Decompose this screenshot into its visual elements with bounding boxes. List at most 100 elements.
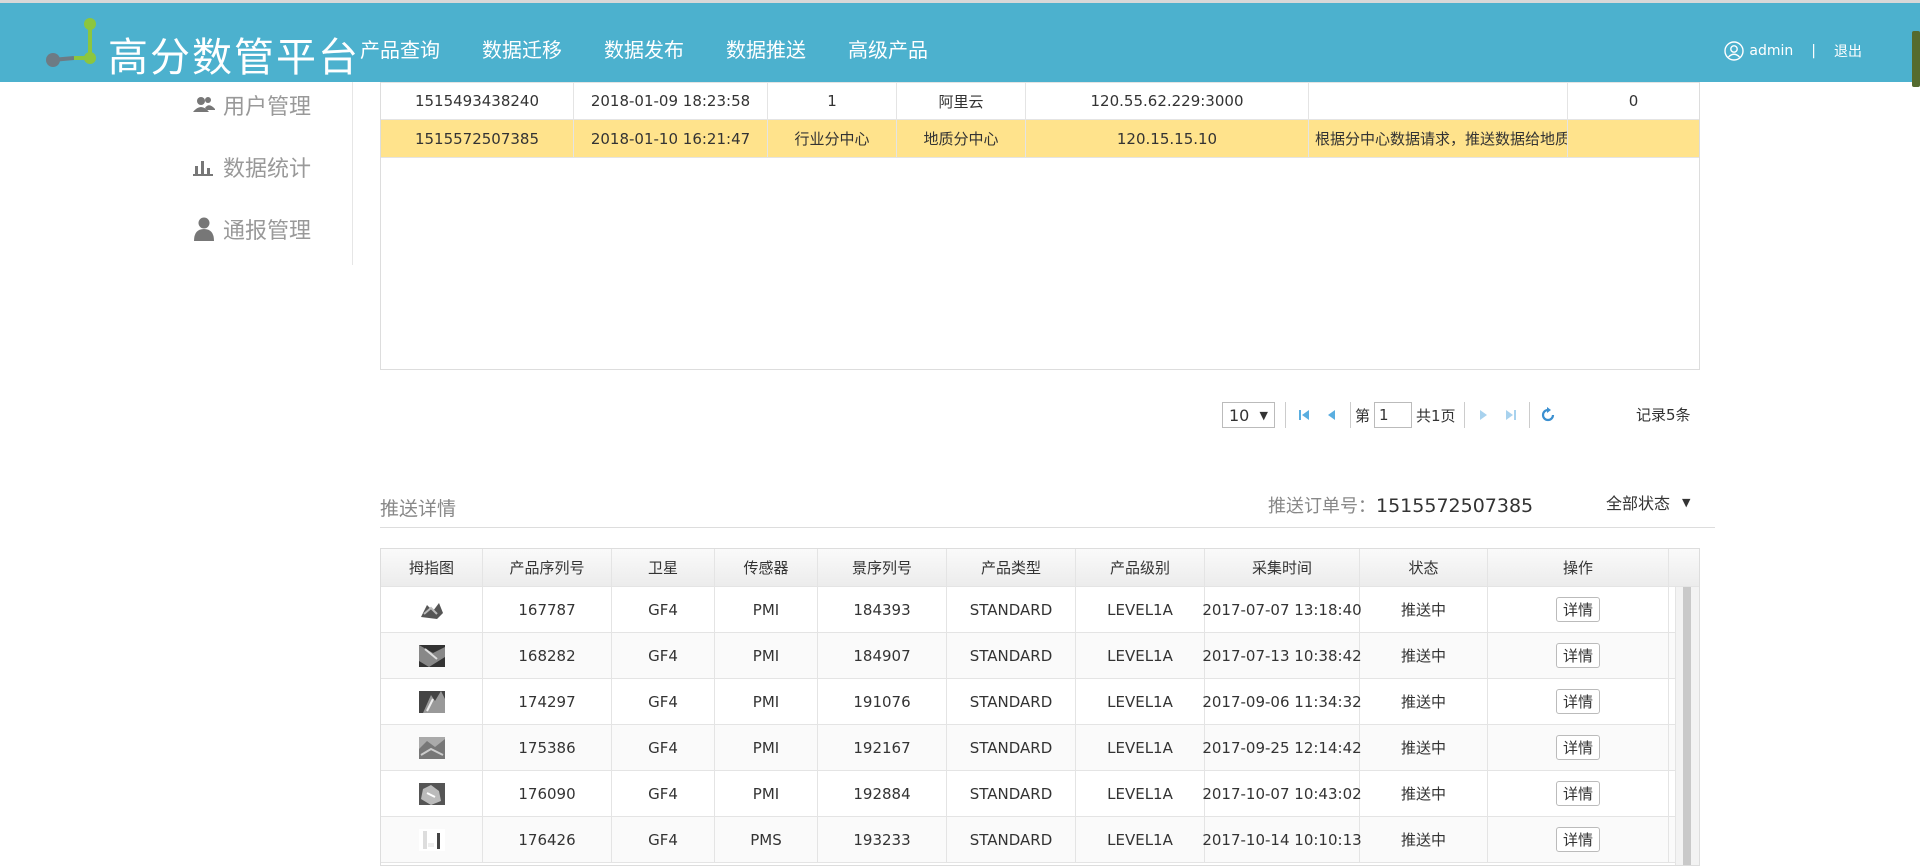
column-header[interactable]: 产品类型	[947, 549, 1076, 586]
order-time-cell: 2018-01-10 16:21:47	[574, 120, 768, 157]
sidebar: 用户管理 数据统计 通报管理	[0, 82, 353, 265]
users-icon	[193, 97, 215, 112]
thumbnail-image[interactable]	[418, 690, 445, 713]
thumbnail-image[interactable]	[418, 598, 445, 621]
product-serial-cell: 176090	[483, 771, 612, 816]
table-row[interactable]: 175386 GF4 PMI 192167 STANDARD LEVEL1A 2…	[381, 725, 1699, 771]
column-header[interactable]: 操作	[1488, 549, 1669, 586]
main-nav: 产品查询 数据迁移 数据发布 数据推送 高级产品	[360, 3, 970, 85]
nav-data-migration[interactable]: 数据迁移	[482, 3, 562, 85]
scene-serial-cell: 192884	[818, 771, 947, 816]
capture-time-cell: 2017-07-07 13:18:40	[1202, 587, 1362, 632]
nav-data-publish[interactable]: 数据发布	[604, 3, 684, 85]
app-logo[interactable]: 高分数管平台	[46, 17, 358, 81]
table-row[interactable]: 167787 GF4 PMI 184393 STANDARD LEVEL1A 2…	[381, 587, 1699, 633]
product-serial-cell: 174297	[483, 679, 612, 724]
status-cell: 推送中	[1360, 633, 1488, 678]
thumbnail-image[interactable]	[418, 828, 445, 851]
chevron-down-icon: ▼	[1259, 408, 1268, 422]
action-cell: 详情	[1488, 679, 1669, 724]
logo-icon	[46, 18, 96, 67]
scene-serial-cell: 184393	[818, 587, 947, 632]
column-header[interactable]: 状态	[1360, 549, 1488, 586]
next-page-icon	[1479, 410, 1487, 420]
next-page-button[interactable]	[1469, 401, 1497, 429]
detail-button[interactable]: 详情	[1555, 597, 1600, 622]
order-desc-cell: 根据分中心数据请求，推送数据给地质	[1309, 120, 1568, 157]
detail-button[interactable]: 详情	[1555, 689, 1600, 714]
table-row[interactable]: 176426 GF4 PMS 193233 STANDARD LEVEL1A 2…	[381, 817, 1699, 863]
product-type-cell: STANDARD	[947, 771, 1076, 816]
order-number-value: 1515572507385	[1376, 495, 1534, 517]
product-level-cell: LEVEL1A	[1076, 587, 1205, 632]
thumbnail-image[interactable]	[418, 644, 445, 667]
product-level-cell: LEVEL1A	[1076, 771, 1205, 816]
thumbnail-cell	[381, 817, 483, 862]
order-source-cell: 1	[768, 83, 897, 119]
table-row[interactable]: 1515493438240 2018-01-09 18:23:58 1 阿里云 …	[381, 82, 1699, 120]
table-scrollbar[interactable]	[1675, 587, 1699, 865]
scene-serial-cell: 184907	[818, 633, 947, 678]
thumbnail-image[interactable]	[418, 736, 445, 759]
record-count: 记录5条	[1636, 406, 1691, 424]
sensor-cell: PMI	[715, 771, 818, 816]
first-page-button[interactable]	[1290, 401, 1318, 429]
column-header[interactable]: 卫星	[612, 549, 715, 586]
product-level-cell: LEVEL1A	[1076, 633, 1205, 678]
column-header[interactable]: 产品序列号	[483, 549, 612, 586]
section-title: 推送详情	[380, 498, 457, 520]
order-number-label: 推送订单号：	[1268, 496, 1376, 517]
column-header[interactable]: 采集时间	[1205, 549, 1360, 586]
pagination-bar: 10 ▼ 第 1 共1页	[1222, 401, 1562, 429]
action-cell: 详情	[1488, 633, 1669, 678]
page-number-input[interactable]: 1	[1374, 402, 1413, 428]
order-address-cell: 120.55.62.229:3000	[1026, 83, 1309, 119]
sidebar-item-report-management[interactable]: 通报管理	[193, 213, 311, 245]
user-separator: |	[1811, 43, 1816, 59]
thumbnail-cell	[381, 633, 483, 678]
detail-button[interactable]: 详情	[1555, 781, 1600, 806]
sidebar-item-label: 用户管理	[223, 95, 312, 120]
capture-time-cell: 2017-10-14 10:10:13	[1202, 817, 1362, 862]
nav-advanced-product[interactable]: 高级产品	[848, 3, 928, 85]
nav-product-query[interactable]: 产品查询	[360, 3, 440, 85]
prev-page-button[interactable]	[1318, 401, 1346, 429]
table-row[interactable]: 176090 GF4 PMI 192884 STANDARD LEVEL1A 2…	[381, 771, 1699, 817]
app-title: 高分数管平台	[108, 35, 360, 81]
column-header[interactable]: 产品级别	[1076, 549, 1205, 586]
table-row-selected[interactable]: 1515572507385 2018-01-10 16:21:47 行业分中心 …	[381, 120, 1699, 158]
first-page-icon	[1299, 410, 1309, 420]
last-page-button[interactable]	[1497, 401, 1525, 429]
nav-data-push[interactable]: 数据推送	[726, 3, 806, 85]
action-cell: 详情	[1488, 817, 1669, 862]
product-type-cell: STANDARD	[947, 587, 1076, 632]
order-number: 推送订单号：1515572507385	[1268, 492, 1533, 518]
column-header[interactable]: 拇指图	[381, 549, 483, 586]
column-header[interactable]: 景序列号	[818, 549, 947, 586]
action-cell: 详情	[1488, 725, 1669, 770]
status-cell: 推送中	[1360, 771, 1488, 816]
satellite-cell: GF4	[612, 817, 715, 862]
refresh-button[interactable]	[1534, 401, 1562, 429]
section-divider	[380, 527, 1715, 528]
column-header[interactable]: 传感器	[715, 549, 818, 586]
detail-button[interactable]: 详情	[1555, 735, 1600, 760]
scrollbar-thumb[interactable]	[1683, 587, 1691, 865]
order-count-cell	[1568, 120, 1699, 157]
page-size-select[interactable]: 10 ▼	[1222, 402, 1275, 428]
product-serial-cell: 175386	[483, 725, 612, 770]
table-row[interactable]: 174297 GF4 PMI 191076 STANDARD LEVEL1A 2…	[381, 679, 1699, 725]
detail-button[interactable]: 详情	[1555, 643, 1600, 668]
satellite-cell: GF4	[612, 771, 715, 816]
thumbnail-cell	[381, 771, 483, 816]
table-row[interactable]: 168282 GF4 PMI 184907 STANDARD LEVEL1A 2…	[381, 633, 1699, 679]
detail-button[interactable]: 详情	[1555, 827, 1600, 852]
order-source-cell: 行业分中心	[768, 120, 897, 157]
username[interactable]: admin	[1749, 43, 1793, 59]
pager-divider	[1285, 402, 1286, 428]
sidebar-item-user-management[interactable]: 用户管理	[193, 89, 311, 121]
logout-link[interactable]: 退出	[1834, 41, 1862, 61]
sidebar-item-data-statistics[interactable]: 数据统计	[193, 151, 311, 183]
thumbnail-image[interactable]	[418, 782, 445, 805]
status-filter-dropdown[interactable]: 全部状态 ▼	[1606, 490, 1690, 514]
